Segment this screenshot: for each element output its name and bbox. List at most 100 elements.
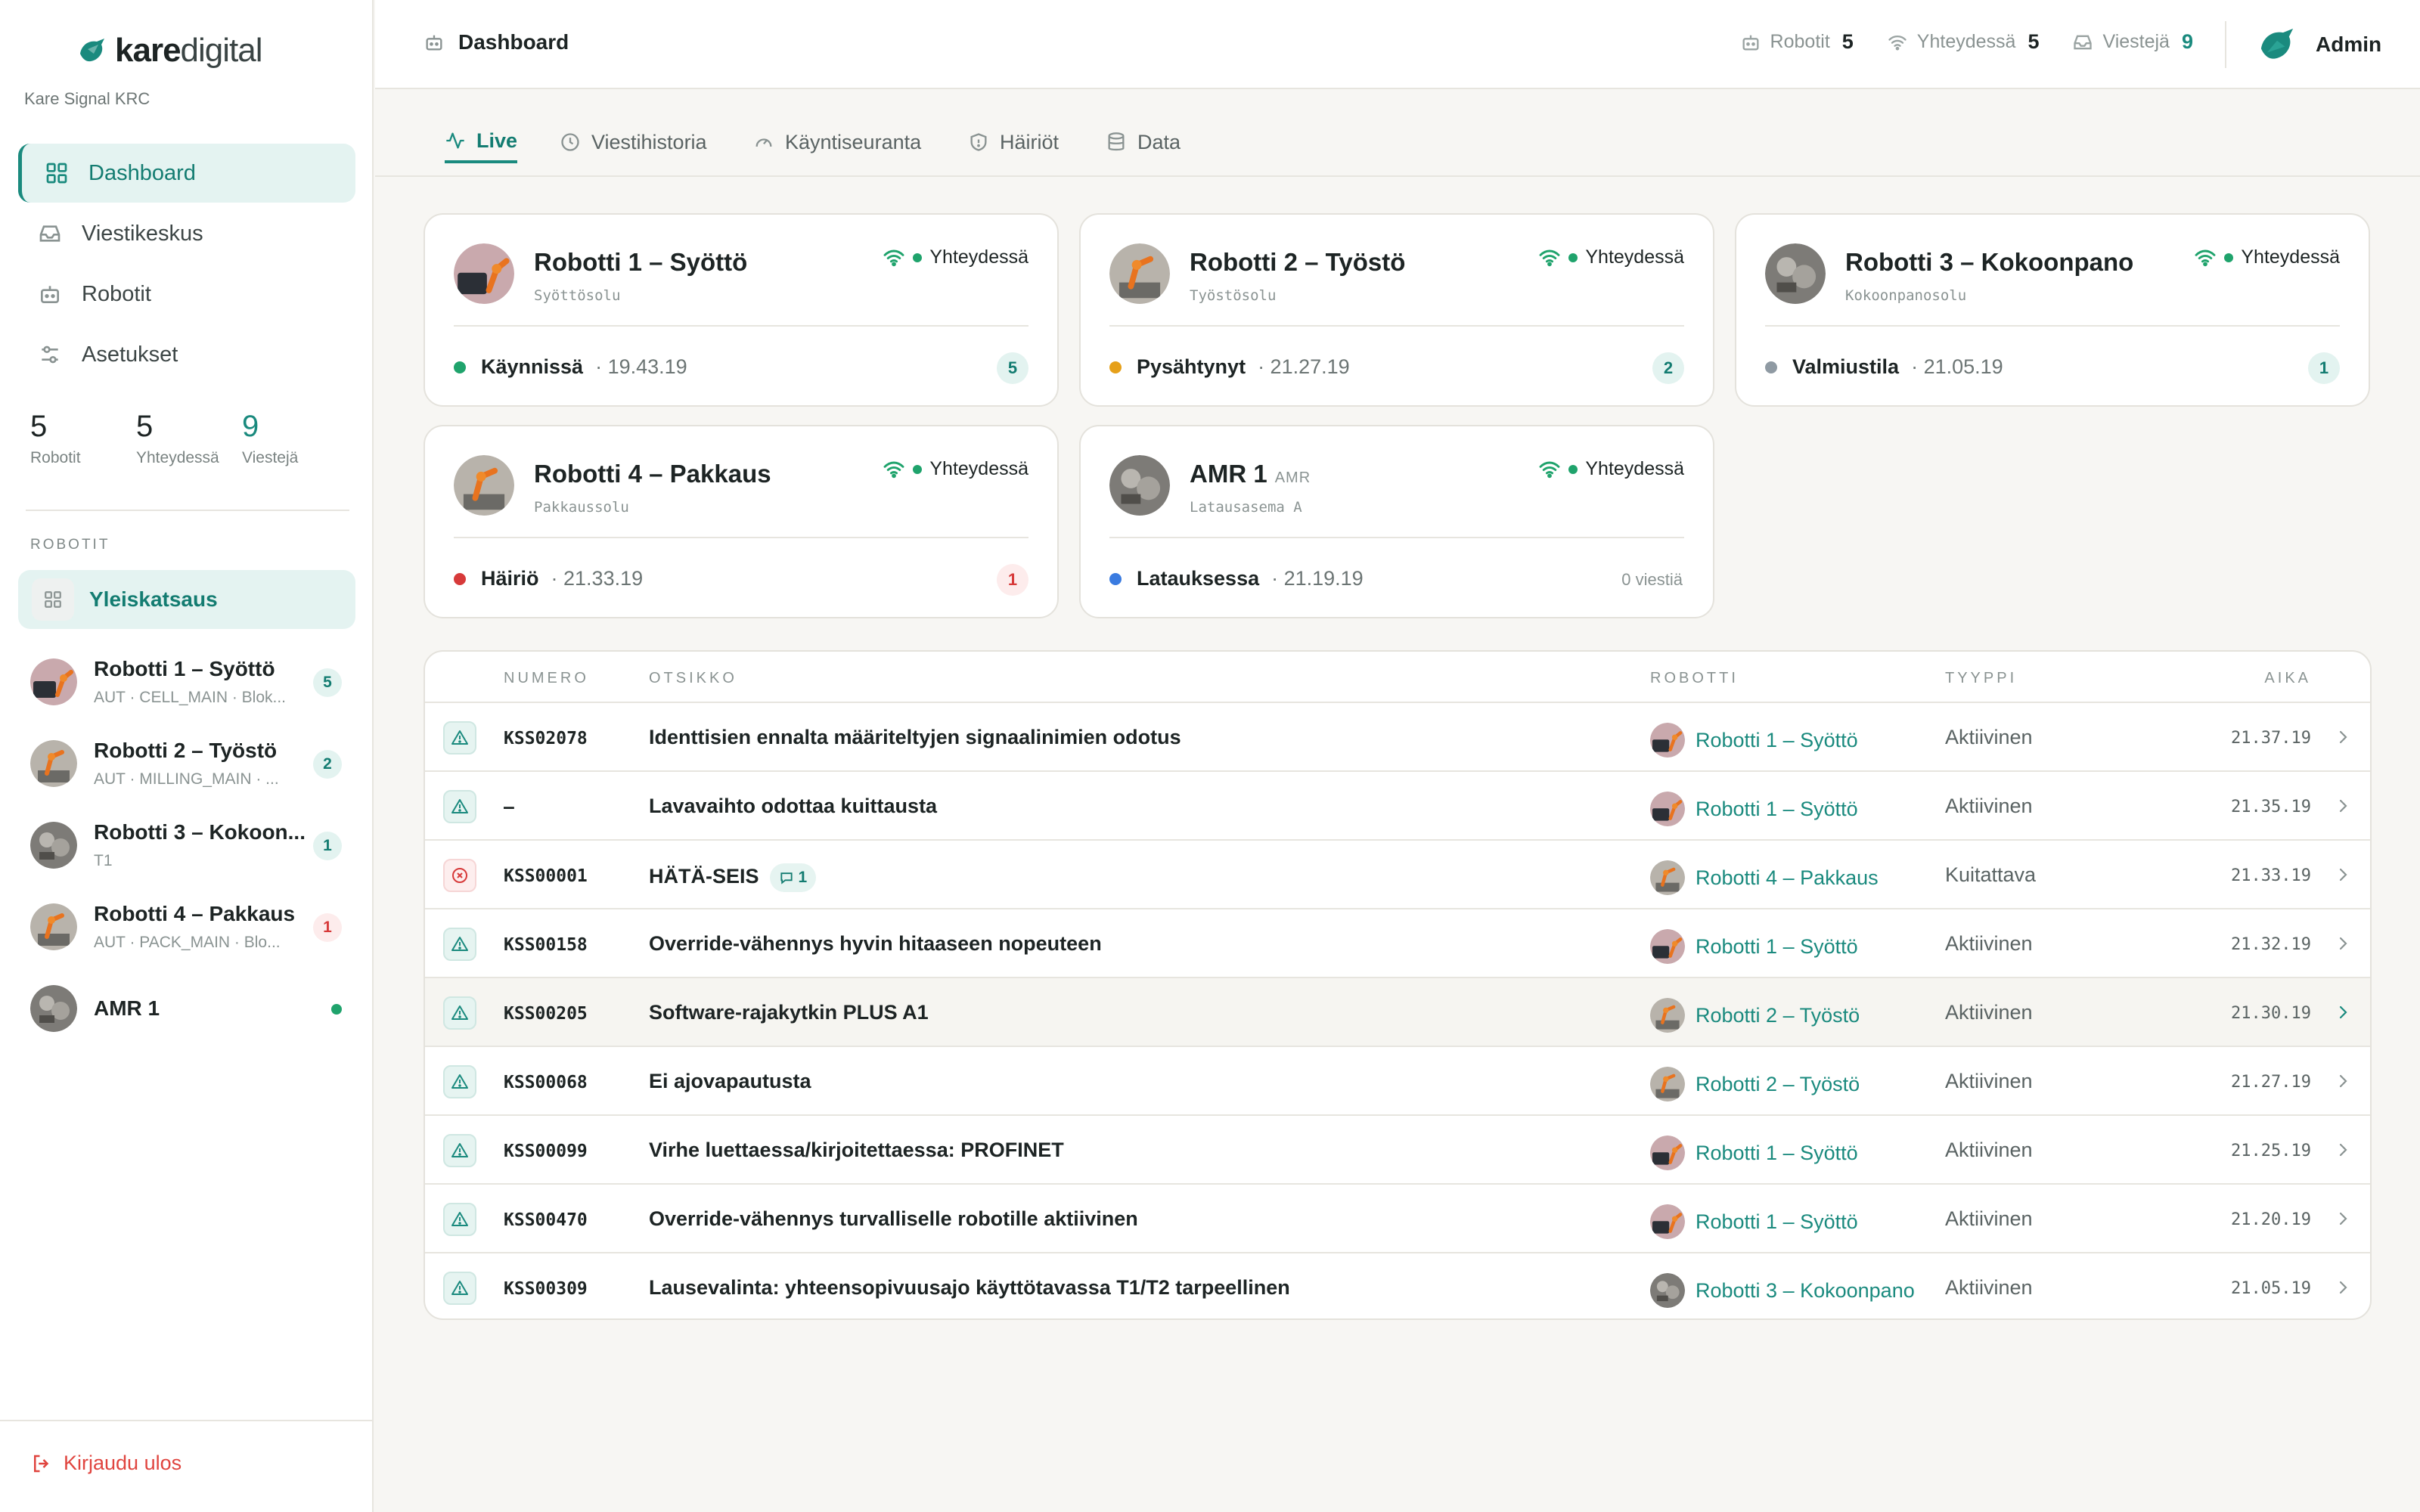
user-menu[interactable]: Admin [2255, 23, 2381, 67]
message-title-text: Identtisien ennalta määriteltyjen signaa… [649, 726, 1181, 748]
table-row[interactable]: KSS00099 Virhe luettaessa/kirjoitettaess… [425, 1116, 2370, 1185]
robot-list-item[interactable]: AMR 1 [18, 968, 355, 1049]
robot-card-title: Robotti 3 – Kokoonpano [1845, 248, 2134, 276]
message-count-badge: 5 [997, 352, 1028, 384]
message-type: Aktiivinen [1945, 795, 2033, 817]
comment-icon [780, 872, 793, 885]
table-row[interactable]: KSS00309 Lausevalinta: yhteensopivuusajo… [425, 1253, 2370, 1318]
warning-triangle-icon [443, 1134, 476, 1167]
message-robot-link[interactable]: Robotti 1 – Syöttö [1650, 929, 1858, 964]
message-robot-link[interactable]: Robotti 2 – Työstö [1650, 1067, 1860, 1101]
comment-count-badge[interactable]: 1 [769, 863, 817, 892]
message-number: KSS00470 [504, 1210, 588, 1230]
status-dot [1109, 572, 1122, 585]
top-stats: Robotit 5 Yhteydessä 5 Viestejä 9 [1740, 30, 2193, 54]
robot-name: Robotti 4 – Pakkaus [94, 902, 296, 925]
tab-viestihistoria[interactable]: Viestihistoria [560, 121, 707, 163]
robot-card[interactable]: Robotti 2 – Työstö Työstösolu Yhteydessä… [1079, 213, 1714, 407]
nav-item-label: Asetukset [82, 342, 178, 367]
warning-triangle-icon [443, 996, 476, 1030]
table-row[interactable]: KSS00068 Ei ajovapautusta Robotti 2 – Ty… [425, 1047, 2370, 1116]
column-header-type[interactable]: TYYPPI [1945, 670, 2017, 687]
inbox-icon [2074, 35, 2093, 49]
message-robot-link[interactable]: Robotti 1 – Syöttö [1650, 723, 1858, 758]
connection-status: Yhteydessä [1538, 458, 1684, 480]
robot-avatar [1650, 723, 1685, 758]
column-header-number[interactable]: NUMERO [504, 670, 589, 687]
robot-name: Robotti 3 – Kokoon... [94, 820, 306, 844]
message-robot-link[interactable]: Robotti 1 – Syöttö [1650, 1204, 1858, 1239]
robot-card[interactable]: Robotti 1 – Syöttö Syöttösolu Yhteydessä… [424, 213, 1059, 407]
brand-logo[interactable]: karedigital [76, 32, 263, 70]
status-label: Pysähtynyt [1137, 355, 1246, 378]
column-header-time[interactable]: AIKA [2264, 670, 2311, 687]
online-dot [913, 464, 923, 474]
message-time: 21.05.19 [2231, 1279, 2311, 1298]
robot-list-item[interactable]: Robotti 3 – Kokoon... T1 1 [18, 804, 355, 886]
status-time: · 19.43.19 [595, 355, 687, 378]
robot-name: Robotti 1 – Syöttö [1696, 728, 1858, 751]
logout-button[interactable]: Kirjaudu ulos [30, 1452, 182, 1475]
message-robot-link[interactable]: Robotti 2 – Työstö [1650, 998, 1860, 1033]
online-status-dot [331, 1004, 342, 1015]
robot-meta: AUT · PACK_MAIN · Blo... [94, 934, 281, 951]
app-root: karedigital Kare Signal KRC Dashboard Vi… [0, 0, 2420, 1512]
robot-card-title: Robotti 4 – Pakkaus [534, 460, 771, 488]
message-title-text: Override-vähennys hyvin hitaaseen nopeut… [649, 932, 1102, 955]
message-robot-link[interactable]: Robotti 4 – Pakkaus [1650, 860, 1879, 895]
table-row[interactable]: KSS02078 Identtisien ennalta määriteltyj… [425, 703, 2370, 772]
nav-item-asetukset[interactable]: Asetukset [18, 325, 355, 384]
message-robot-link[interactable]: Robotti 3 – Kokoonpano [1650, 1273, 1915, 1308]
stat-value: 5 [30, 410, 48, 443]
table-row[interactable]: KSS00158 Override-vähennys hyvin hitaase… [425, 909, 2370, 978]
tab-live[interactable]: Live [445, 121, 518, 163]
top-stat-label: Robotit [1770, 31, 1830, 52]
chevron-right-icon [2339, 1005, 2347, 1019]
message-type: Aktiivinen [1945, 726, 2033, 748]
tab-kayntiseuranta[interactable]: Käyntiseuranta [753, 121, 921, 163]
column-header-title[interactable]: OTSIKKO [649, 670, 737, 687]
message-title: Ei ajovapautusta [649, 1070, 811, 1093]
stat-value: 9 [242, 410, 259, 443]
nav-item-robotit[interactable]: Robotit [18, 265, 355, 324]
message-robot-link[interactable]: Robotti 1 – Syöttö [1650, 1136, 1858, 1170]
robot-card[interactable]: Robotti 4 – Pakkaus Pakkaussolu Yhteydes… [424, 425, 1059, 618]
robot-status: Pysähtynyt · 21.27.19 [1109, 355, 1350, 379]
robot-list-item[interactable]: Robotti 2 – Työstö AUT · MILLING_MAIN · … [18, 723, 355, 804]
status-label: Latauksessa [1137, 567, 1260, 590]
table-row[interactable]: KSS00205 Software-rajakytkin PLUS A1 Rob… [425, 978, 2370, 1047]
table-row[interactable]: KSS00470 Override-vähennys turvalliselle… [425, 1185, 2370, 1253]
connection-label: Yhteydessä [2241, 246, 2340, 268]
robot-card[interactable]: AMR 1 AMR Latausasema A Yhteydessä Latauk… [1079, 425, 1714, 618]
wifi-icon [883, 249, 904, 266]
robot-list-item[interactable]: Robotti 4 – Pakkaus AUT · PACK_MAIN · Bl… [18, 886, 355, 968]
robot-card-title: AMR 1 AMR [1190, 460, 1311, 488]
table-row[interactable]: – Lavavaihto odottaa kuittausta Robotti … [425, 772, 2370, 841]
online-dot [2224, 253, 2234, 262]
stat-label: Viestejä [242, 449, 299, 466]
top-stat-yhteydessa: Yhteydessä 5 [1887, 30, 2039, 54]
robot-card[interactable]: Robotti 3 – Kokoonpano Kokoonpanosolu Yh… [1735, 213, 2370, 407]
robot-status: Latauksessa · 21.19.19 [1109, 567, 1364, 590]
robot-avatar [1650, 1273, 1685, 1308]
connection-label: Yhteydessä [1585, 458, 1684, 479]
chevron-right-icon [2339, 868, 2347, 881]
table-row[interactable]: KSS00001 HÄTÄ-SEIS 1 Robotti 4 – Pakkaus … [425, 841, 2370, 909]
robot-meta: T1 [94, 852, 113, 869]
warning-triangle-icon [443, 721, 476, 754]
main-nav: Dashboard Viestikeskus Robotit Asetukset [18, 144, 355, 386]
message-type: Aktiivinen [1945, 1070, 2033, 1092]
robot-overview-item[interactable]: Yleiskatsaus [18, 570, 355, 629]
nav-item-viestikeskus[interactable]: Viestikeskus [18, 204, 355, 263]
column-header-robot[interactable]: ROBOTTI [1650, 670, 1739, 687]
tab-hairiot[interactable]: Häiriöt [968, 121, 1059, 163]
status-label: Käynnissä [481, 355, 584, 378]
connection-label: Yhteydessä [929, 246, 1028, 268]
message-robot-link[interactable]: Robotti 1 – Syöttö [1650, 792, 1858, 826]
nav-item-dashboard[interactable]: Dashboard [18, 144, 355, 203]
status-time: · 21.27.19 [1258, 355, 1350, 378]
robot-list-item[interactable]: Robotti 1 – Syöttö AUT · CELL_MAIN · Blo… [18, 641, 355, 723]
warning-triangle-icon [443, 1272, 476, 1305]
robot-avatar [1650, 792, 1685, 826]
tab-data[interactable]: Data [1106, 121, 1181, 163]
